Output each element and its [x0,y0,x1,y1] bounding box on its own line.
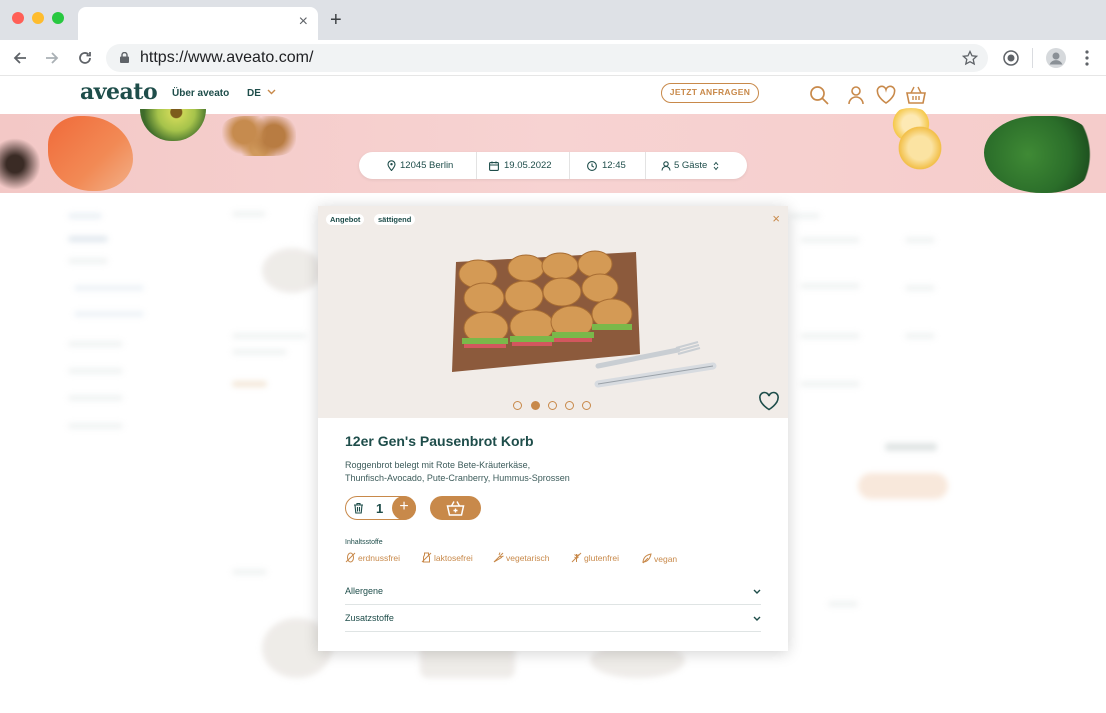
location-pin-icon [387,160,396,171]
toolbar-divider [1032,48,1033,68]
accordion-allergens[interactable]: Allergene [345,579,761,605]
nav-about-link[interactable]: Über aveato [172,88,229,99]
user-icon[interactable] [845,84,867,106]
new-tab-button[interactable]: + [330,9,342,32]
time-field[interactable]: 12:45 [587,152,637,179]
carousel-dot-4[interactable] [565,401,574,410]
attribute-vegetarian: vegetarisch [493,552,549,563]
sandwich-platter-image [452,250,717,388]
attribute-label: erdnussfrei [358,553,401,563]
language-selector[interactable]: DE [247,88,276,99]
language-label: DE [247,88,261,99]
attribute-lactose-free: laktosefrei [421,552,473,563]
event-search-bar: 12045 Berlin 19.05.2022 12:45 5 Gäste [359,152,747,179]
product-modal: Angebot sättigend × 12er Gen's Pausenbro… [318,206,788,651]
basket-icon[interactable] [905,84,927,106]
attribute-label: vegetarisch [506,553,550,563]
increase-quantity-button[interactable]: + [392,496,416,520]
lock-icon [120,52,129,63]
guests-value: 5 Gäste [674,160,708,171]
location-value: 12045 Berlin [400,160,454,171]
aveato-logo[interactable]: aveato [80,79,158,105]
add-to-basket-button[interactable] [430,496,481,520]
ingredients-label: Inhaltsstoffe [345,539,383,546]
no-wheat-icon [571,552,582,563]
separator [645,152,646,179]
carousel-dot-2[interactable] [531,401,540,410]
attribute-gluten-free: glutenfrei [571,552,619,563]
chevron-down-icon [753,616,761,621]
no-milk-icon [421,552,432,563]
time-value: 12:45 [602,160,626,171]
basket-plus-icon [446,501,465,516]
tab-close-icon[interactable]: × [299,13,308,31]
tag-offer: Angebot [326,214,365,225]
browser-tab[interactable]: × [78,7,318,40]
browser-menu-icon[interactable] [1084,50,1090,66]
accordion-additives[interactable]: Zusatzstoffe [345,606,761,632]
heart-icon[interactable] [875,84,897,106]
spinach-image [984,116,1094,193]
sort-chevrons-icon [713,161,719,171]
attribute-vegan: vegan [641,553,677,564]
back-arrow-icon[interactable] [12,50,28,66]
search-icon[interactable] [808,84,830,106]
close-window-dot[interactable] [12,12,24,24]
accordion-allergens-label: Allergene [345,586,384,596]
maximize-window-dot[interactable] [52,12,64,24]
no-peanut-icon [345,552,356,563]
leaf-icon [642,553,652,564]
hero-banner: 12045 Berlin 19.05.2022 12:45 5 Gäste [0,108,1106,199]
separator [476,152,477,179]
attribute-peanut-free: erdnussfrei [345,552,400,563]
address-bar[interactable]: https://www.aveato.com/ [106,44,988,72]
reload-icon[interactable] [77,50,93,66]
favorite-heart-icon[interactable] [758,391,780,411]
forward-arrow-icon[interactable] [44,50,60,66]
url-text: https://www.aveato.com/ [140,49,314,66]
product-description: Roggenbrot belegt mit Rote Bete-Kräuterk… [345,459,645,485]
clock-icon [587,161,597,171]
quantity-stepper: 1 + [345,496,416,520]
accordion-additives-label: Zusatzstoffe [345,613,394,623]
walnuts-image [222,116,296,156]
separator [569,152,570,179]
quantity-value[interactable]: 1 [376,501,383,516]
guests-field[interactable]: 5 Gäste [661,152,731,179]
lemon-slice-image-2 [896,124,944,172]
chevron-down-icon [267,89,276,95]
chevron-down-icon [753,589,761,594]
location-field[interactable]: 12045 Berlin [387,152,487,179]
extension-icon[interactable] [1003,50,1019,66]
calendar-icon [489,161,499,171]
close-icon[interactable]: × [772,211,780,226]
product-image-carousel[interactable]: Angebot sättigend × [318,206,788,418]
minimize-window-dot[interactable] [32,12,44,24]
bookmark-star-icon[interactable] [962,50,978,66]
tag-filling: sättigend [374,214,416,225]
browser-toolbar: https://www.aveato.com/ [0,40,1106,76]
pepper-image [0,129,40,199]
browser-tab-bar: × + [0,0,1106,40]
profile-avatar-icon[interactable] [1046,48,1066,68]
carrot-icon [493,552,504,563]
date-value: 19.05.2022 [504,160,552,171]
attribute-label: glutenfrei [584,553,619,563]
attribute-label: laktosefrei [434,553,473,563]
date-field[interactable]: 19.05.2022 [489,152,569,179]
request-now-button[interactable]: JETZT ANFRAGEN [661,83,759,103]
salmon-image [48,116,133,191]
attribute-label: vegan [654,554,678,564]
product-title: 12er Gen's Pausenbrot Korb [345,433,534,449]
trash-icon[interactable] [353,502,364,514]
carousel-dot-1[interactable] [513,401,522,410]
description-line-1: Roggenbrot belegt mit Rote Bete-Kräuterk… [345,460,531,470]
description-line-2: Thunfisch-Avocado, Pute-Cranberry, Hummu… [345,473,570,483]
avocado-image [140,109,206,141]
person-icon [661,161,671,171]
carousel-dot-3[interactable] [548,401,557,410]
carousel-dot-5[interactable] [582,401,591,410]
